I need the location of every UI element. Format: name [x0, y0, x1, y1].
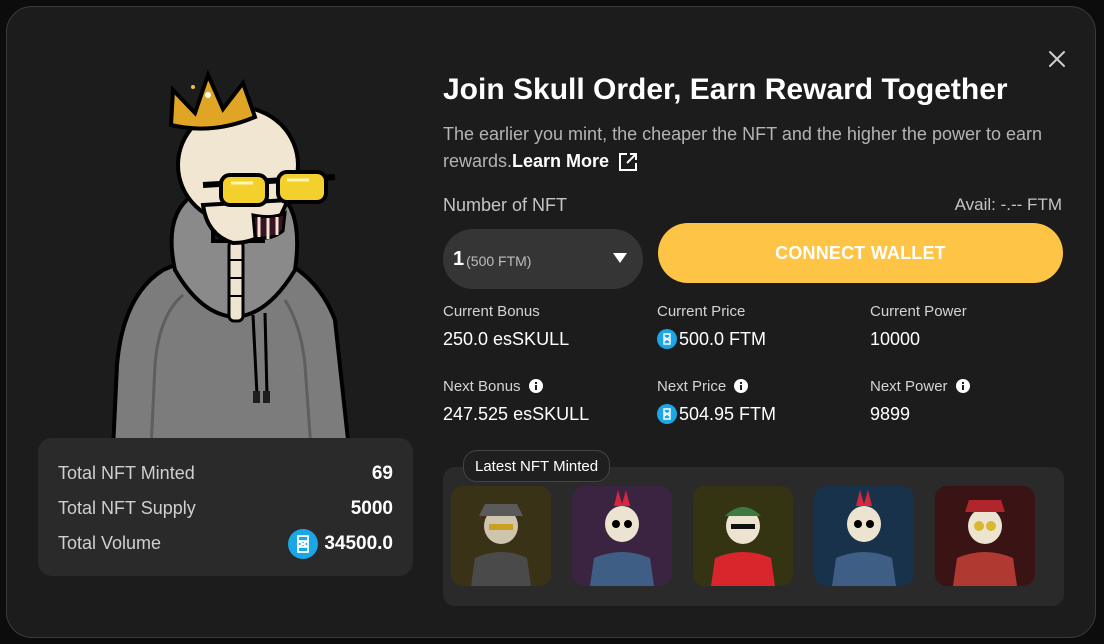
metric-label: Next Price	[657, 377, 727, 395]
stat-label: Total Volume	[58, 533, 162, 553]
current-price: Current Price 500.0 FTM	[657, 301, 766, 350]
metric-label: Current Price	[657, 302, 746, 320]
number-of-nft-label: Number of NFT	[443, 195, 568, 215]
next-price-value: 504.95 FTM	[679, 403, 777, 424]
latest-minted-list	[451, 486, 1035, 586]
close-icon[interactable]	[1043, 45, 1071, 73]
info-icon[interactable]	[955, 379, 970, 393]
nft-quantity-select[interactable]: 1 (500 FTM)	[443, 229, 643, 289]
total-volume-value: 34500.0	[324, 532, 393, 554]
metric-value: 247.525 esSKULL	[443, 403, 590, 424]
metric-label: Current Bonus	[443, 302, 540, 320]
metric-label-row: Next Bonus	[443, 376, 589, 396]
collection-stats-card: Total NFT Minted 69 Total NFT Supply 500…	[38, 438, 413, 576]
metric-value: 504.95 FTM	[657, 403, 776, 425]
connect-wallet-button[interactable]: CONNECT WALLET	[658, 223, 1063, 283]
mint-modal: Total NFT Minted 69 Total NFT Supply 500…	[6, 6, 1096, 638]
latest-minted-label: Latest NFT Minted	[463, 450, 611, 482]
nft-thumbnail[interactable]	[693, 486, 793, 586]
skull-hero-image	[110, 69, 352, 449]
stat-row-supply: Total NFT Supply 5000	[58, 491, 393, 526]
metric-label-row: Next Price	[657, 376, 776, 396]
nft-thumbnail[interactable]	[572, 486, 672, 586]
next-power: Next Power 9899	[870, 376, 970, 425]
stat-row-volume: Total Volume 34500.0	[58, 526, 393, 561]
metric-value: 500.0 FTM	[657, 328, 766, 350]
next-price: Next Price 504.95 FTM	[657, 376, 776, 425]
stat-value: 34500.0	[288, 528, 393, 559]
metric-label: Current Power	[870, 302, 967, 320]
metric-label-row: Next Power	[870, 376, 970, 396]
learn-more-label: Learn More	[512, 151, 610, 171]
learn-more-link[interactable]: Learn More	[512, 148, 639, 175]
nft-thumbnail[interactable]	[935, 486, 1035, 586]
nft-thumbnail[interactable]	[814, 486, 914, 586]
next-bonus: Next Bonus 247.525 esSKULL	[443, 376, 589, 425]
stat-label: Total NFT Supply	[58, 498, 196, 518]
available-balance: Avail: -.-- FTM	[954, 195, 1062, 214]
page-title: Join Skull Order, Earn Reward Together	[443, 73, 1008, 106]
nft-thumbnail[interactable]	[451, 486, 551, 586]
ftm-token-icon	[657, 329, 677, 349]
metric-label: Next Bonus	[443, 377, 521, 395]
info-icon[interactable]	[734, 379, 749, 393]
stat-label: Total NFT Minted	[58, 463, 195, 483]
stat-value: 5000	[350, 497, 393, 519]
metric-value: 10000	[870, 328, 921, 349]
metric-value: 250.0 esSKULL	[443, 328, 570, 349]
page-subtitle: The earlier you mint, the cheaper the NF…	[443, 121, 1063, 175]
current-price-value: 500.0 FTM	[679, 328, 767, 349]
ftm-token-icon	[657, 404, 677, 424]
stat-row-minted: Total NFT Minted 69	[58, 456, 393, 491]
current-power: Current Power 10000	[870, 301, 967, 350]
stat-value: 69	[371, 462, 393, 484]
info-icon[interactable]	[528, 379, 543, 393]
external-link-icon	[619, 152, 638, 171]
metric-label: Next Power	[870, 377, 948, 395]
current-bonus: Current Bonus 250.0 esSKULL	[443, 301, 569, 350]
quantity-price: (500 FTM)	[466, 252, 532, 269]
metric-value: 9899	[870, 403, 911, 424]
ftm-token-icon	[288, 528, 319, 559]
quantity-value: 1	[453, 247, 465, 270]
chevron-down-icon	[613, 253, 627, 263]
